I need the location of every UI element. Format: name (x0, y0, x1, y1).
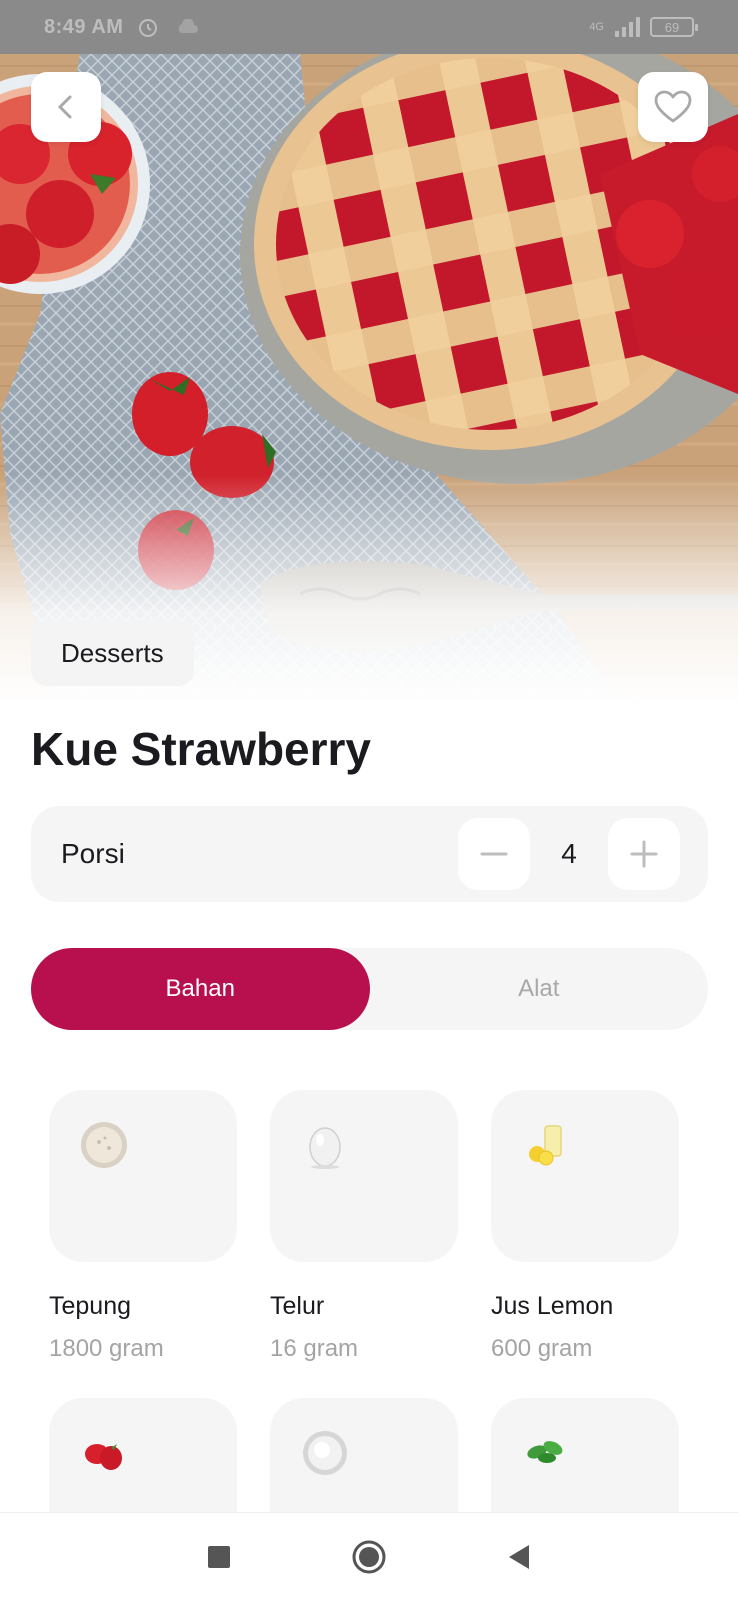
ingredient-name: Tepung (49, 1292, 132, 1320)
lemon-juice-icon (529, 1125, 562, 1166)
tab-bahan[interactable]: Bahan (31, 948, 370, 1030)
ingredient-qty: 1800 gram (49, 1335, 164, 1362)
ingredient-card[interactable]: Telur 16 gram (270, 1090, 458, 1363)
decrement-button[interactable] (458, 818, 530, 890)
ingredient-card[interactable]: Jus Lemon 600 gram (491, 1090, 679, 1363)
serving-value: 4 (561, 838, 577, 869)
egg-icon (309, 1127, 341, 1169)
status-bar: 8:49 AM 4G 69 (0, 0, 738, 54)
battery-icon: 69 (650, 17, 698, 37)
serving-stepper-row: Porsi 4 (31, 806, 708, 902)
recipe-hero-image (0, 54, 738, 704)
back-nav-button[interactable] (499, 1537, 539, 1577)
minus-icon (480, 852, 508, 856)
ingredient-tile (270, 1090, 458, 1262)
system-nav-bar (0, 1512, 738, 1600)
battery-level: 69 (664, 19, 680, 35)
category-badge: Desserts (31, 620, 194, 686)
mint-leaf-icon (527, 1441, 563, 1463)
cloud-icon (179, 19, 199, 33)
ingredient-qty: 600 gram (491, 1335, 593, 1362)
plus-icon (630, 840, 658, 868)
square-icon (208, 1545, 230, 1568)
flour-icon (81, 1122, 127, 1168)
recipe-title: Kue Strawberry (31, 723, 372, 775)
tab-label: Bahan (165, 975, 235, 1002)
alarm-icon (139, 19, 158, 37)
increment-button[interactable] (608, 818, 680, 890)
circle-icon (352, 1540, 386, 1573)
triangle-back-icon (509, 1544, 529, 1569)
recents-button[interactable] (199, 1537, 239, 1577)
sugar-icon (303, 1431, 347, 1475)
back-button[interactable] (31, 72, 101, 142)
serving-label: Porsi (61, 838, 125, 869)
ingredient-tool-tabs: Bahan Alat (31, 948, 708, 1030)
heart-outline-icon (654, 90, 692, 123)
network-type: 4G (589, 21, 604, 33)
status-time: 8:49 AM (44, 15, 124, 38)
ingredient-card[interactable]: Tepung 1800 gram (49, 1090, 237, 1363)
tab-alat[interactable]: Alat (370, 948, 709, 1030)
home-button[interactable] (349, 1537, 389, 1577)
category-label: Desserts (61, 637, 164, 668)
ingredient-name: Jus Lemon (491, 1292, 614, 1320)
ingredient-qty: 16 gram (270, 1335, 359, 1362)
ingredient-tile (491, 1090, 679, 1262)
serving-stepper: 4 (458, 818, 680, 890)
chevron-left-icon (58, 95, 72, 119)
ingredient-tile (49, 1090, 237, 1262)
tab-label: Alat (518, 975, 560, 1002)
strawberry-icon (85, 1444, 122, 1470)
status-right: 4G 69 (589, 17, 698, 37)
ingredient-name: Telur (270, 1292, 325, 1320)
status-icons (137, 16, 199, 38)
favorite-button[interactable] (638, 72, 708, 142)
signal-icon (615, 17, 640, 37)
